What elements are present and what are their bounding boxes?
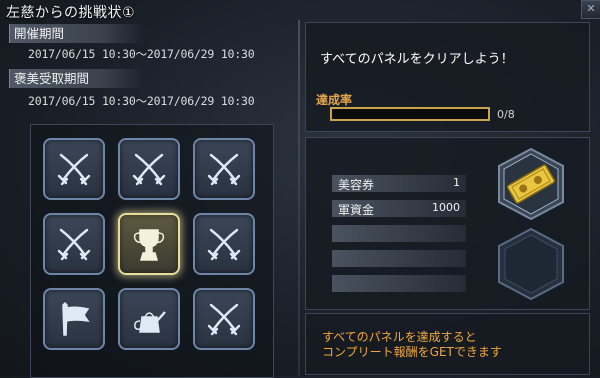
event-period-label: 開催期間 (9, 24, 144, 43)
progress-count: 0/8 (497, 108, 515, 121)
window-title: 左慈からの挑戦状① (6, 5, 136, 21)
crossed-swords-icon (57, 153, 91, 186)
progress-bar (330, 107, 490, 121)
reward-qty: 1 (453, 176, 460, 189)
crossed-swords-icon (207, 303, 241, 336)
reward-row (332, 225, 466, 242)
reward-row: 美容券 1 (332, 175, 466, 192)
reward-name: 軍資金 (338, 203, 375, 217)
watering-can-icon (134, 311, 166, 333)
crossed-swords-icon (57, 228, 91, 261)
reward-name: 美容券 (338, 178, 375, 192)
panel-tile[interactable] (193, 138, 255, 200)
close-button[interactable]: ✕ (581, 0, 600, 19)
footer-line-2: コンプリート報酬をGETできます (322, 345, 502, 359)
event-period-dates: 2017/06/15 10:30～2017/06/29 10:30 (28, 47, 255, 61)
panel-tile[interactable] (43, 288, 105, 350)
reward-row (332, 275, 466, 292)
panel-tile[interactable] (118, 288, 180, 350)
trophy-icon (133, 229, 165, 261)
reward-row: 軍資金 1000 (332, 200, 466, 217)
progress-label: 達成率 (316, 93, 353, 107)
panel-tile[interactable] (43, 213, 105, 275)
footer-text: すべてのパネルを達成すると コンプリート報酬をGETできます (322, 330, 502, 360)
reward-period-dates: 2017/06/15 10:30～2017/06/29 10:30 (28, 94, 255, 108)
panel-tile[interactable] (193, 213, 255, 275)
crossed-swords-icon (207, 228, 241, 261)
reward-slot-filled[interactable] (497, 147, 565, 221)
panel-tile[interactable] (118, 213, 180, 275)
panel-divider (298, 20, 300, 376)
reward-period-label: 褒美受取期間 (9, 69, 144, 88)
footer-line-1: すべてのパネルを達成すると (322, 330, 477, 344)
empty-slot-icon (498, 227, 564, 301)
panel-tile[interactable] (43, 138, 105, 200)
panel-tile[interactable] (118, 138, 180, 200)
crossed-swords-icon (207, 153, 241, 186)
flag-icon (62, 301, 90, 336)
panel-grid (30, 124, 274, 378)
panel-tile[interactable] (193, 288, 255, 350)
reward-qty: 1000 (432, 201, 460, 214)
reward-row (332, 250, 466, 267)
mission-text: すべてのパネルをクリアしよう！ (320, 52, 514, 67)
crossed-swords-icon (132, 153, 166, 186)
